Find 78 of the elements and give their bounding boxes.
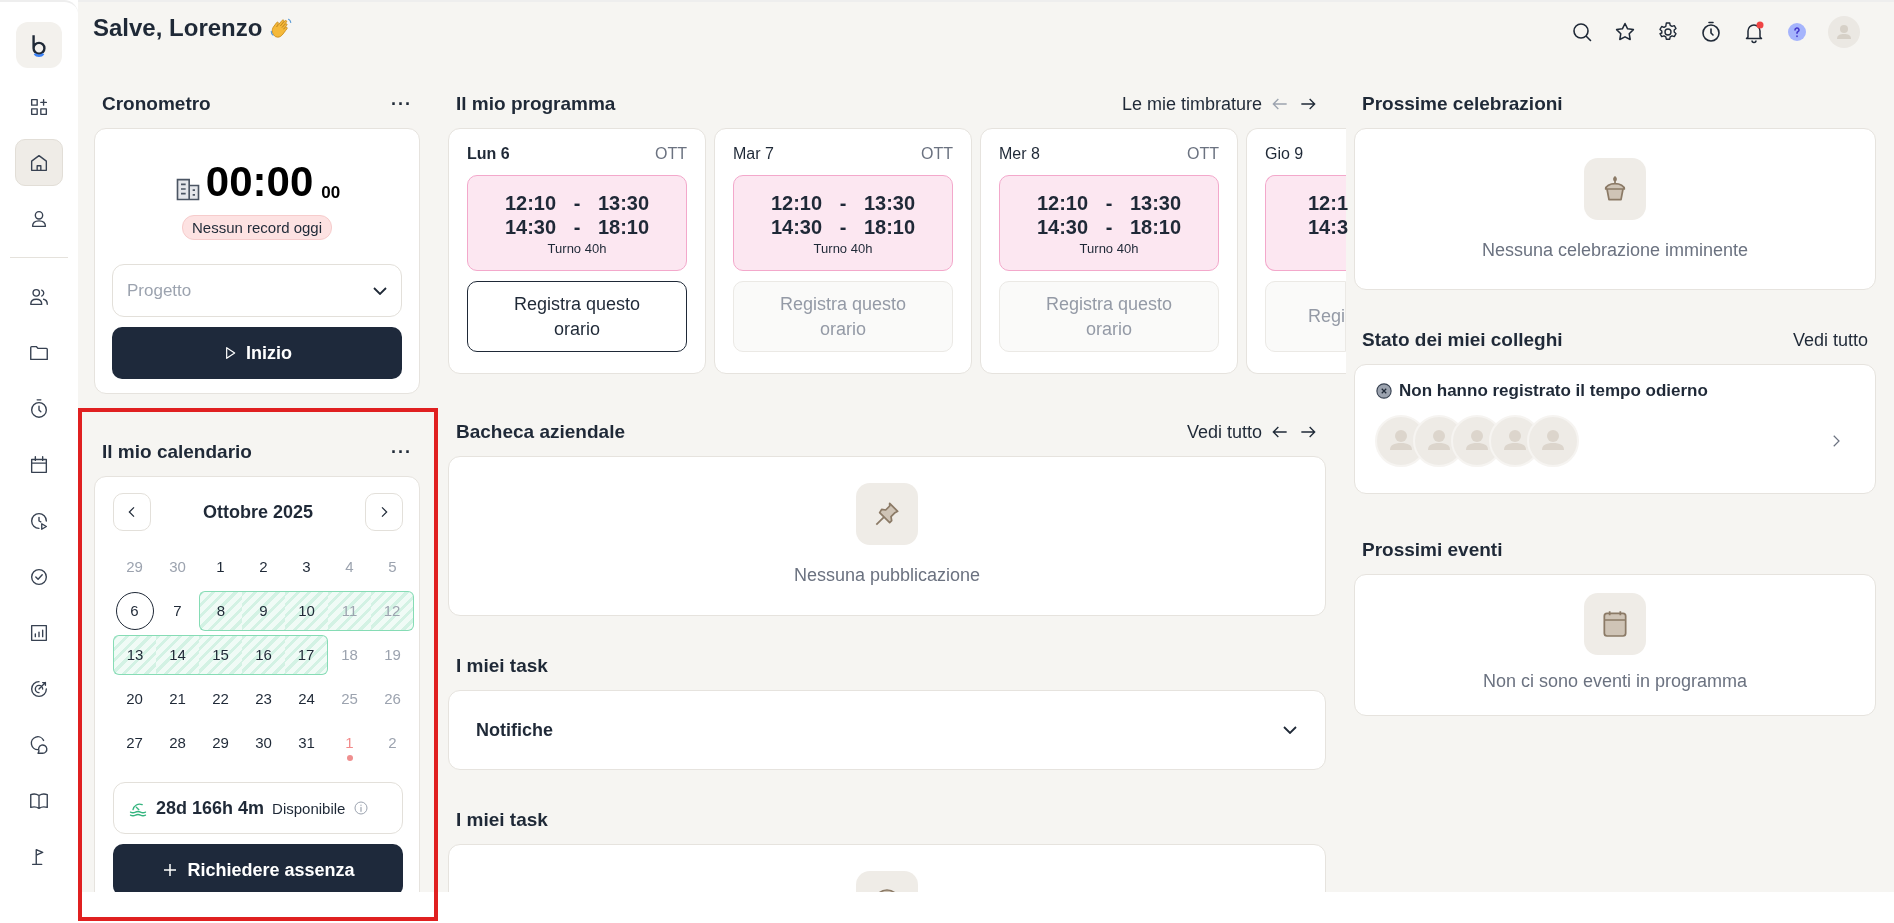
link[interactable]: Vedi tutto — [1186, 421, 1262, 443]
section-title: Il mio calendario — [102, 441, 252, 463]
timer-value: 00:00 — [205, 161, 314, 203]
status-label: Non hanno registrato il tempo odierno — [1399, 381, 1708, 401]
balance-label: Disponibile — [272, 799, 346, 817]
balance-value: 28d 166h 4m — [156, 797, 265, 819]
time-range: 14:30 - 18:10 — [770, 214, 916, 239]
status-badge: Nessun record oggi — [181, 215, 333, 240]
holiday-dot — [347, 755, 353, 761]
time-range: 14:3 — [1308, 215, 1349, 239]
help-icon[interactable] — [1785, 20, 1809, 44]
calendar-day[interactable]: 30 — [244, 723, 283, 762]
section-title: Il mio programma — [456, 93, 616, 115]
search-icon[interactable] — [1570, 20, 1594, 44]
calendar-day[interactable]: 3 — [287, 547, 326, 586]
empty-message: Non ci sono eventi in programma — [1482, 671, 1748, 692]
time-range: 12:10 - 13:30 — [504, 190, 650, 215]
empty-message: Nessuna celebrazione imminente — [1481, 239, 1749, 261]
calendar-day[interactable]: 31 — [287, 723, 326, 762]
month-label: OTT — [921, 145, 953, 163]
time-range: 12:10 - 13:30 — [770, 190, 916, 215]
calendar-day[interactable]: 2 — [244, 547, 283, 586]
timer-seconds: 00 — [321, 183, 341, 203]
section-title: I miei task — [456, 655, 548, 677]
time-range: 14:30 - 18:10 — [504, 214, 650, 239]
calendar-day[interactable]: 22 — [201, 679, 240, 718]
empty-message: Nessuna pubblicazione — [793, 565, 981, 586]
calendar-day[interactable]: 28 — [158, 723, 197, 762]
month-title: Ottobre 2025 — [202, 501, 313, 523]
greeting: Salve, Lorenzo — [93, 14, 263, 42]
section-title: Prossimi eventi — [1362, 539, 1503, 561]
sidebar-item[interactable] — [15, 139, 63, 186]
close-circle-icon — [1375, 382, 1393, 400]
logo-icon[interactable] — [16, 22, 62, 68]
month-label: OTT — [655, 145, 687, 163]
calendar-day[interactable]: 15 — [201, 635, 240, 674]
more-button[interactable]: ··· — [391, 93, 412, 115]
link[interactable]: Le mie timbrature — [1121, 93, 1262, 115]
time-range: 12:1 — [1308, 191, 1349, 215]
section-title: I miei task — [456, 809, 548, 831]
section-title: Bacheca aziendale — [456, 421, 625, 443]
calendar-day[interactable]: 16 — [244, 635, 283, 674]
request-absence-button[interactable]: Richiedere assenza — [113, 844, 403, 892]
chevron-down-icon — [373, 286, 387, 295]
section-title: Prossime celebrazioni — [1362, 93, 1563, 115]
time-range: 12:10 - 13:30 — [1036, 190, 1182, 215]
day-name: Mer 8 — [999, 145, 1040, 163]
shift-label: Turno 40h — [547, 240, 607, 256]
calendar-day[interactable]: 29 — [201, 723, 240, 762]
notifications-dropdown[interactable]: Notifiche — [448, 690, 1326, 770]
calendar-day[interactable]: 9 — [244, 591, 283, 630]
calendar-icon — [28, 453, 50, 476]
calendar-day[interactable]: 7 — [158, 591, 197, 630]
calendar-day[interactable]: 23 — [244, 679, 283, 718]
month-label: OTT — [1187, 145, 1219, 163]
calendar-day[interactable]: 20 — [115, 679, 154, 718]
register-button[interactable]: Registra questo orario — [467, 281, 687, 352]
calendar-day[interactable]: 24 — [287, 679, 326, 718]
calendar-day[interactable]: 27 — [115, 723, 154, 762]
shift-label: Turno 40h — [813, 240, 873, 256]
section-title: Cronometro — [102, 93, 211, 115]
shift-label: Turno 40h — [1079, 240, 1139, 256]
calendar-day[interactable]: 14 — [158, 635, 197, 674]
section-title: Stato dei miei colleghi — [1362, 329, 1563, 351]
stopwatch-icon — [28, 397, 50, 420]
calendar-day[interactable]: 10 — [287, 591, 326, 630]
more-button[interactable]: ··· — [391, 441, 412, 463]
start-button[interactable]: Inizio — [112, 327, 402, 379]
stopwatch-icon[interactable] — [1699, 20, 1723, 44]
day-name: Gio 9 — [1265, 145, 1304, 163]
calendar-day[interactable]: 1 — [201, 547, 240, 586]
link[interactable]: Vedi tutto — [1792, 329, 1868, 351]
time-range: 14:30 - 18:10 — [1036, 214, 1182, 239]
day-name: Lun 6 — [467, 145, 510, 163]
chat-icon — [28, 733, 50, 756]
chevron-down-icon — [1283, 726, 1297, 734]
calendar-day[interactable]: 21 — [158, 679, 197, 718]
day-name: Mar 7 — [733, 145, 774, 163]
